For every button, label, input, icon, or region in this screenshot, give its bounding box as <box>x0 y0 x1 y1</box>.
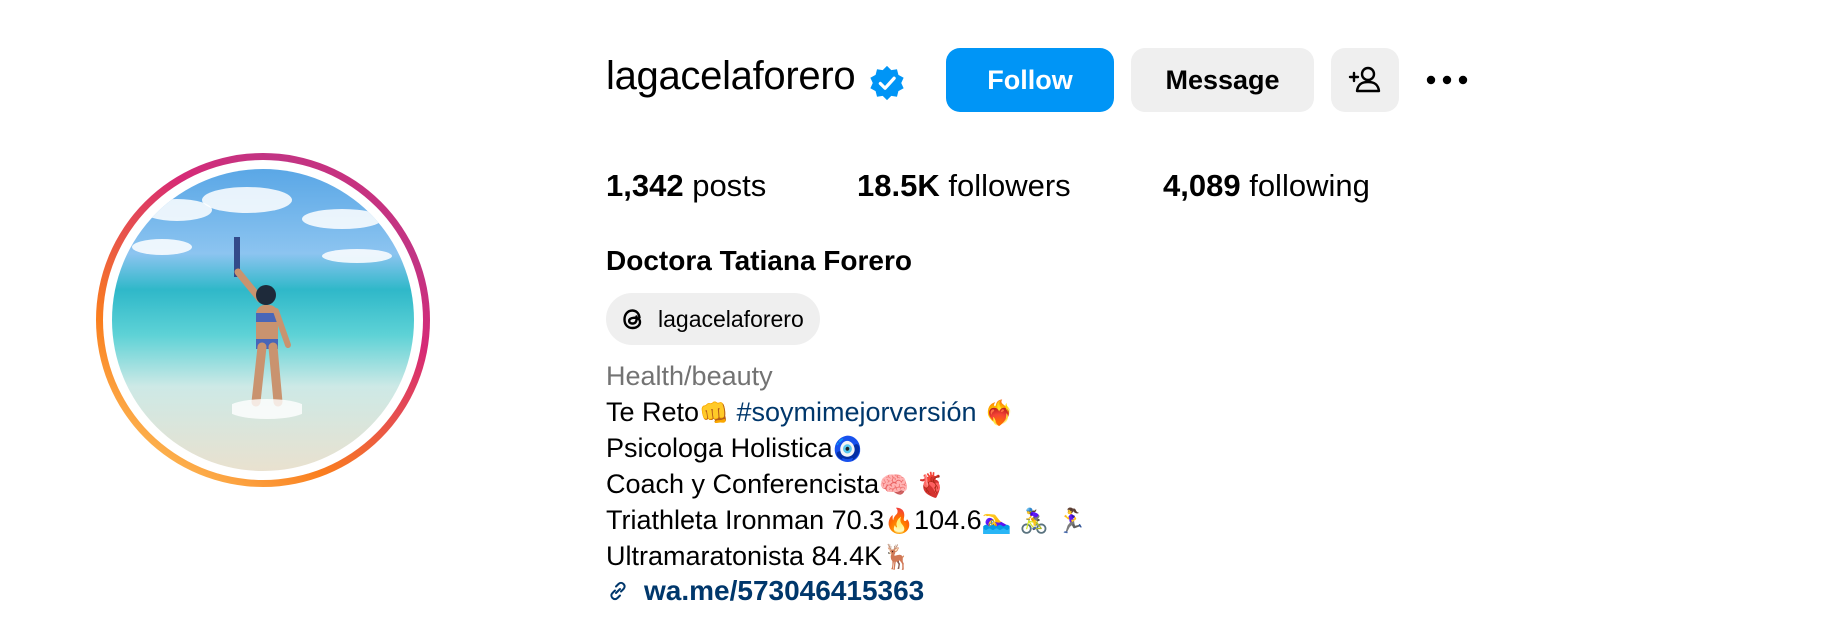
profile-username: lagacelaforero <box>606 54 856 98</box>
suggested-accounts-button[interactable] <box>1331 48 1399 112</box>
brain-heart-emoji: 🧠 🫀 <box>879 471 947 499</box>
posts-label: posts <box>692 168 767 203</box>
bio-line-1-text: Te Reto <box>606 397 700 427</box>
bio-line-4-text: Triathleta Ironman 70.3 <box>606 505 885 535</box>
triathlon-emoji: 🏊‍♀️ 🚴‍♀️ 🏃‍♀️ <box>981 507 1087 535</box>
followers-stat[interactable]: 18.5K followers <box>857 168 1071 204</box>
threads-badge-link[interactable]: lagacelaforero <box>606 293 820 345</box>
bio-line-5: Ultramaratonista 84.4K🦌 <box>606 538 912 575</box>
profile-category: Health/beauty <box>606 361 773 391</box>
bio-line-1: Te Reto👊 #soymimejorversión ❤️‍🔥 <box>606 394 1014 431</box>
following-count: 4,089 <box>1163 168 1241 203</box>
profile-avatar-ring[interactable] <box>96 153 430 487</box>
threads-icon <box>623 309 642 330</box>
followers-label: followers <box>948 168 1071 203</box>
posts-count: 1,342 <box>606 168 684 203</box>
follow-button[interactable]: Follow <box>946 48 1114 112</box>
verified-badge-icon <box>870 65 904 101</box>
following-stat[interactable]: 4,089 following <box>1163 168 1370 204</box>
deer-emoji: 🦌 <box>882 543 913 571</box>
message-button[interactable]: Message <box>1131 48 1314 112</box>
following-label: following <box>1249 168 1370 203</box>
person-add-icon <box>1348 66 1381 93</box>
profile-full-name: Doctora Tatiana Forero <box>606 245 912 276</box>
threads-handle: lagacelaforero <box>658 305 804 332</box>
link-text: wa.me/573046415363 <box>644 575 925 606</box>
bio-line-2: Psicologa Holistica🧿 <box>606 430 863 467</box>
more-options-icon[interactable] <box>1423 62 1471 98</box>
beach-person-illustration <box>232 237 302 419</box>
bio-line-4-text-2: 104.6 <box>914 505 982 535</box>
link-icon <box>610 581 626 601</box>
bio-line-3-text: Coach y Conferencista <box>606 469 880 499</box>
fist-emoji: 👊 <box>699 399 729 427</box>
bio-external-link[interactable]: wa.me/573046415363 <box>606 575 924 607</box>
heart-on-fire-emoji: ❤️‍🔥 <box>984 399 1014 427</box>
nazar-amulet-emoji: 🧿 <box>832 435 863 463</box>
bio-line-3: Coach y Conferencista🧠 🫀 <box>606 466 947 503</box>
profile-avatar[interactable] <box>112 169 414 471</box>
fire-emoji: 🔥 <box>884 507 915 535</box>
bio-line-5-text: Ultramaratonista 84.4K <box>606 541 883 571</box>
bio-line-2-text: Psicologa Holistica <box>606 433 833 463</box>
posts-stat: 1,342 posts <box>606 168 766 204</box>
bio-line-4: Triathleta Ironman 70.3🔥104.6🏊‍♀️ 🚴‍♀️ 🏃… <box>606 502 1087 539</box>
followers-count: 18.5K <box>857 168 940 203</box>
avatar-ring-gap <box>103 160 423 480</box>
hashtag-link[interactable]: #soymimejorversión <box>736 397 976 427</box>
